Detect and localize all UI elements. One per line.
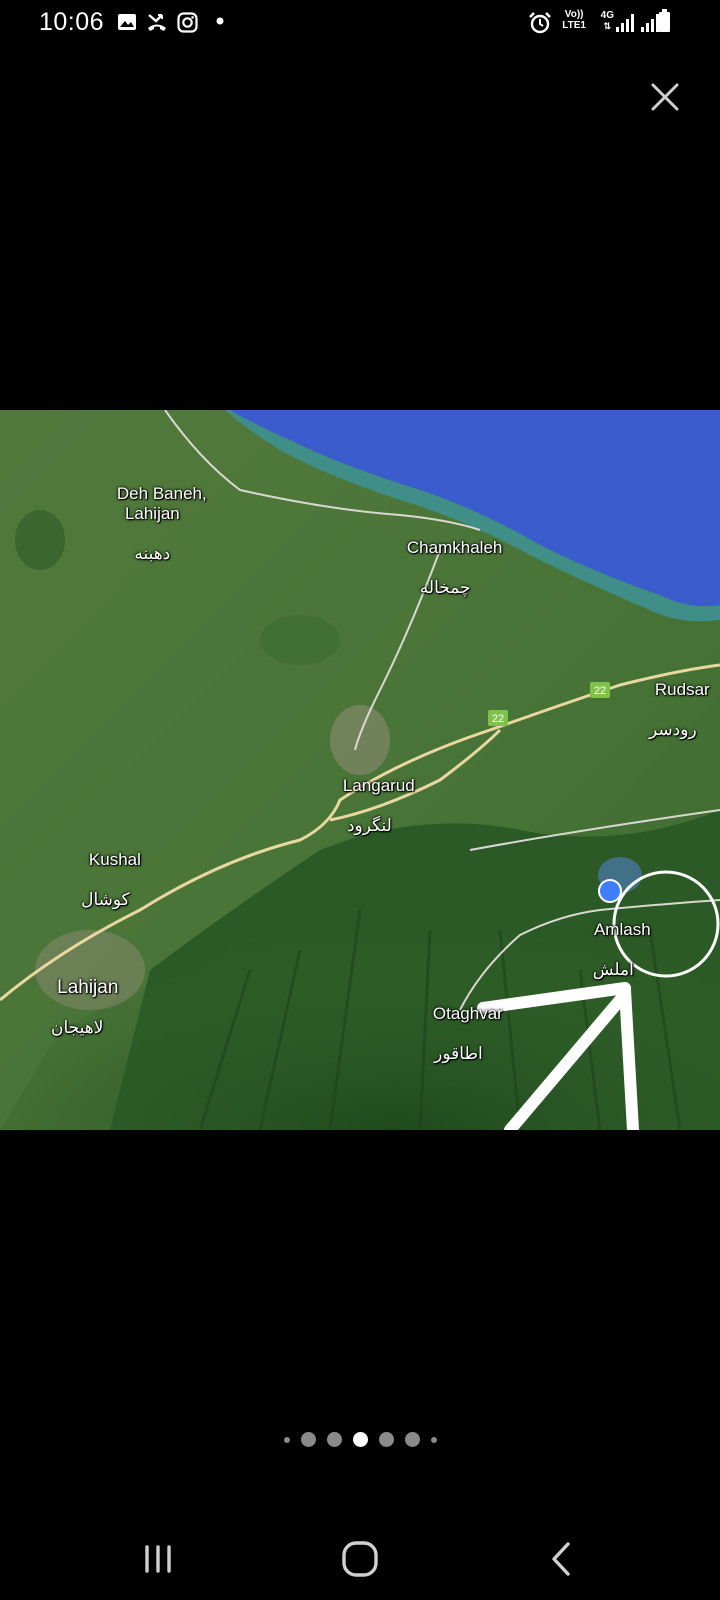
place-name-local: لاهیجان xyxy=(50,1018,104,1037)
signal-icon xyxy=(616,14,634,32)
alarm-icon xyxy=(529,12,551,34)
close-icon[interactable] xyxy=(648,80,682,114)
back-icon[interactable] xyxy=(532,1534,592,1584)
place-name-local: املش xyxy=(592,960,634,979)
place-label-lahijan: Lahijan لاهیجان xyxy=(36,958,118,1078)
place-name: Lahijan xyxy=(57,977,119,998)
place-label-otaghvar: Otaghvar اطاقور xyxy=(414,984,503,1104)
place-label-langarud: Langarud لنگرود xyxy=(324,756,415,876)
page-dot[interactable] xyxy=(404,1432,420,1447)
place-name: Langarud xyxy=(342,776,415,795)
road-badge: 22 xyxy=(590,682,610,698)
place-name-local: اطاقور xyxy=(434,1044,483,1063)
location-dot-icon xyxy=(598,879,622,903)
data-arrows-icon: ⇅ xyxy=(603,21,612,31)
place-label-kushal: Kushal کوشال xyxy=(70,830,141,950)
page-dot[interactable] xyxy=(326,1432,342,1447)
page-dot[interactable] xyxy=(283,1436,290,1443)
place-label-deh-baneh: Deh Baneh, Lahijan دهبنه xyxy=(98,464,207,604)
signal-icon xyxy=(641,14,659,32)
place-name: Rudsar xyxy=(654,680,710,699)
lte-text: LTE1 xyxy=(562,20,586,31)
place-name-local: لنگرود xyxy=(346,816,392,835)
place-name-local: کوشال xyxy=(81,890,130,909)
place-label-rudsar: Rudsar رودسر xyxy=(636,660,710,780)
status-time: 10:06 xyxy=(39,8,105,36)
volte-icon: Vo)) LTE1 xyxy=(562,9,586,31)
road-badge-text: 22 xyxy=(492,713,504,725)
4g-icon: 4G ⇅ xyxy=(601,10,614,32)
place-name: Chamkhaleh xyxy=(406,538,503,557)
place-name-local: رودسر xyxy=(649,720,697,739)
battery-icon xyxy=(659,9,670,32)
page-dot[interactable] xyxy=(378,1432,394,1447)
page-indicator xyxy=(0,1432,720,1447)
page-dot-active[interactable] xyxy=(352,1432,368,1447)
network-label: 4G xyxy=(600,10,614,21)
place-name-local: چمخاله xyxy=(419,578,471,597)
place-name: Amlash xyxy=(593,920,651,939)
missed-call-icon xyxy=(148,14,166,31)
place-name-local: دهبنه xyxy=(134,544,171,563)
page-dot[interactable] xyxy=(300,1432,316,1447)
instagram-icon xyxy=(177,12,198,33)
gallery-icon xyxy=(118,14,136,30)
home-icon[interactable] xyxy=(330,1534,390,1584)
navigation-bar xyxy=(0,1520,720,1600)
road-badge: 22 xyxy=(488,710,508,726)
place-label-chamkhaleh: Chamkhaleh چمخاله xyxy=(388,518,502,638)
place-name: Otaghvar xyxy=(432,1004,503,1023)
place-name: Deh Baneh, Lahijan xyxy=(116,484,207,523)
notification-dot-icon xyxy=(216,17,224,25)
status-bar: 10:06 Vo)) LTE1 4G ⇅ xyxy=(0,0,720,46)
road-badge-text: 22 xyxy=(594,685,606,697)
recent-apps-icon[interactable] xyxy=(128,1534,188,1584)
page-dot[interactable] xyxy=(430,1436,437,1443)
place-label-amlash: Amlash املش xyxy=(576,900,651,1020)
map-image[interactable]: 22 22 Deh Baneh, Lahijan دهبنه Chamkhale… xyxy=(0,410,720,1130)
volte-text: Vo)) xyxy=(564,9,584,20)
place-name: Kushal xyxy=(88,850,141,869)
